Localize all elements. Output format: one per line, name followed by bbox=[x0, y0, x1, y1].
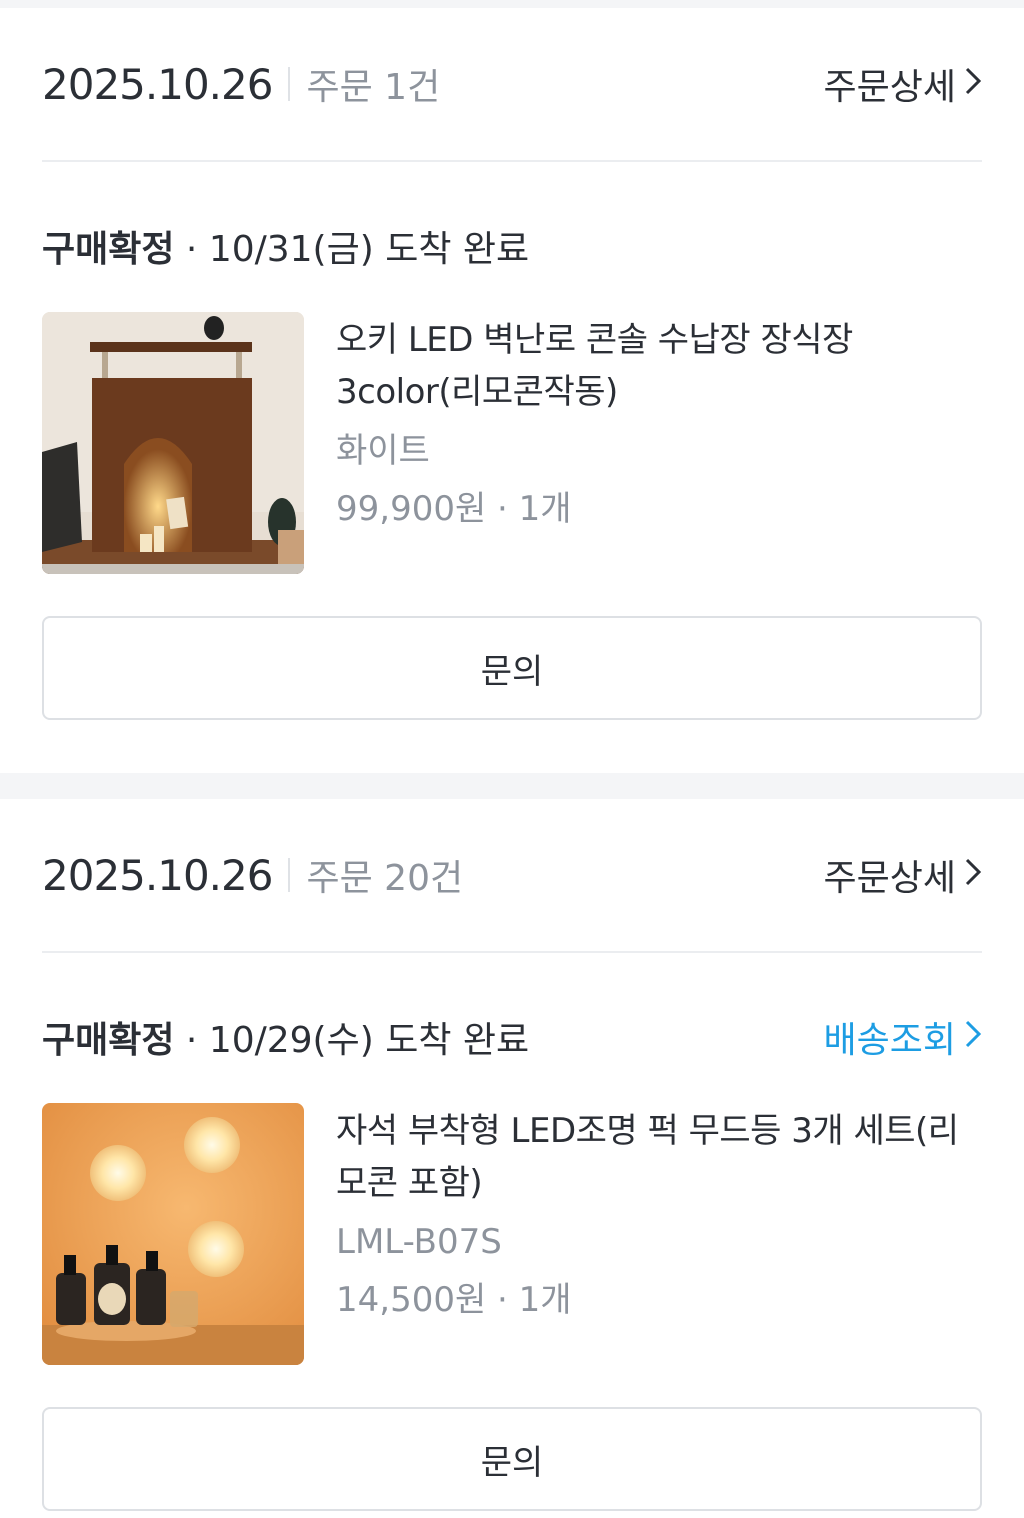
product-info: 오키 LED 벽난로 콘솔 수납장 장식장 3color(리모콘작동) 화이트 … bbox=[336, 312, 986, 574]
chevron-right-icon bbox=[964, 64, 982, 105]
purchase-status: 구매확정 bbox=[42, 229, 175, 270]
product-info: 자석 부착형 LED조명 퍽 무드등 3개 세트(리모콘 포함) LML-B07… bbox=[336, 1103, 986, 1365]
order-detail-label: 주문상세 bbox=[823, 858, 956, 899]
led-puck-lights-image bbox=[42, 1103, 304, 1365]
delivery-tracking-label: 배송조회 bbox=[823, 1020, 956, 1061]
purchase-status: 구매확정 bbox=[42, 1020, 175, 1061]
fireplace-console-image bbox=[42, 312, 304, 574]
order-card: 2025.10.26 주문 20건 주문상세 구매확정 · 10/29(수) 도… bbox=[0, 799, 1024, 1518]
chevron-right-icon bbox=[964, 1017, 982, 1058]
meta-divider bbox=[288, 67, 291, 101]
top-gap bbox=[0, 0, 1024, 8]
product-item[interactable]: 오키 LED 벽난로 콘솔 수납장 장식장 3color(리모콘작동) 화이트 … bbox=[42, 312, 982, 574]
product-option: LML-B07S bbox=[336, 1222, 502, 1262]
order-card: 2025.10.26 주문 1건 주문상세 구매확정 · 10/31(금) 도착… bbox=[0, 8, 1024, 773]
order-detail-link[interactable]: 주문상세 bbox=[824, 58, 982, 110]
inquiry-button[interactable]: 문의 bbox=[42, 1407, 982, 1511]
order-meta: 2025.10.26 주문 20건 bbox=[42, 849, 463, 901]
arrival-info: · 10/31(금) 도착 완료 bbox=[174, 229, 530, 270]
section-gap bbox=[0, 773, 1024, 799]
product-option: 화이트 bbox=[336, 431, 430, 471]
arrival-info: · 10/29(수) 도착 완료 bbox=[174, 1020, 530, 1061]
order-date: 2025.10.26 bbox=[42, 850, 273, 900]
product-item[interactable]: 자석 부착형 LED조명 퍽 무드등 3개 세트(리모콘 포함) LML-B07… bbox=[42, 1103, 982, 1365]
order-meta: 2025.10.26 주문 1건 bbox=[42, 58, 440, 110]
delivery-tracking-link[interactable]: 배송조회 bbox=[824, 1011, 982, 1063]
delivery-status: 구매확정 · 10/29(수) 도착 완료 bbox=[42, 1011, 529, 1063]
inquiry-button[interactable]: 문의 bbox=[42, 616, 982, 720]
order-header: 2025.10.26 주문 1건 주문상세 bbox=[42, 8, 982, 162]
order-date: 2025.10.26 bbox=[42, 59, 273, 109]
order-count: 주문 20건 bbox=[306, 858, 464, 899]
delivery-status: 구매확정 · 10/31(금) 도착 완료 bbox=[42, 220, 529, 272]
product-thumbnail[interactable] bbox=[42, 1103, 304, 1365]
delivery-status-row: 구매확정 · 10/29(수) 도착 완료 배송조회 bbox=[42, 1013, 982, 1061]
order-detail-label: 주문상세 bbox=[823, 67, 956, 108]
product-thumbnail[interactable] bbox=[42, 312, 304, 574]
product-price-quantity: 99,900원 · 1개 bbox=[336, 489, 572, 529]
order-count: 주문 1건 bbox=[306, 67, 441, 108]
delivery-status-row: 구매확정 · 10/31(금) 도착 완료 bbox=[42, 222, 982, 270]
meta-divider bbox=[288, 858, 291, 892]
order-detail-link[interactable]: 주문상세 bbox=[824, 849, 982, 901]
product-name[interactable]: 자석 부착형 LED조명 퍽 무드등 3개 세트(리모콘 포함) bbox=[336, 1105, 986, 1209]
chevron-right-icon bbox=[964, 855, 982, 896]
order-header: 2025.10.26 주문 20건 주문상세 bbox=[42, 799, 982, 953]
product-price-quantity: 14,500원 · 1개 bbox=[336, 1280, 572, 1320]
product-name[interactable]: 오키 LED 벽난로 콘솔 수납장 장식장 3color(리모콘작동) bbox=[336, 314, 986, 418]
